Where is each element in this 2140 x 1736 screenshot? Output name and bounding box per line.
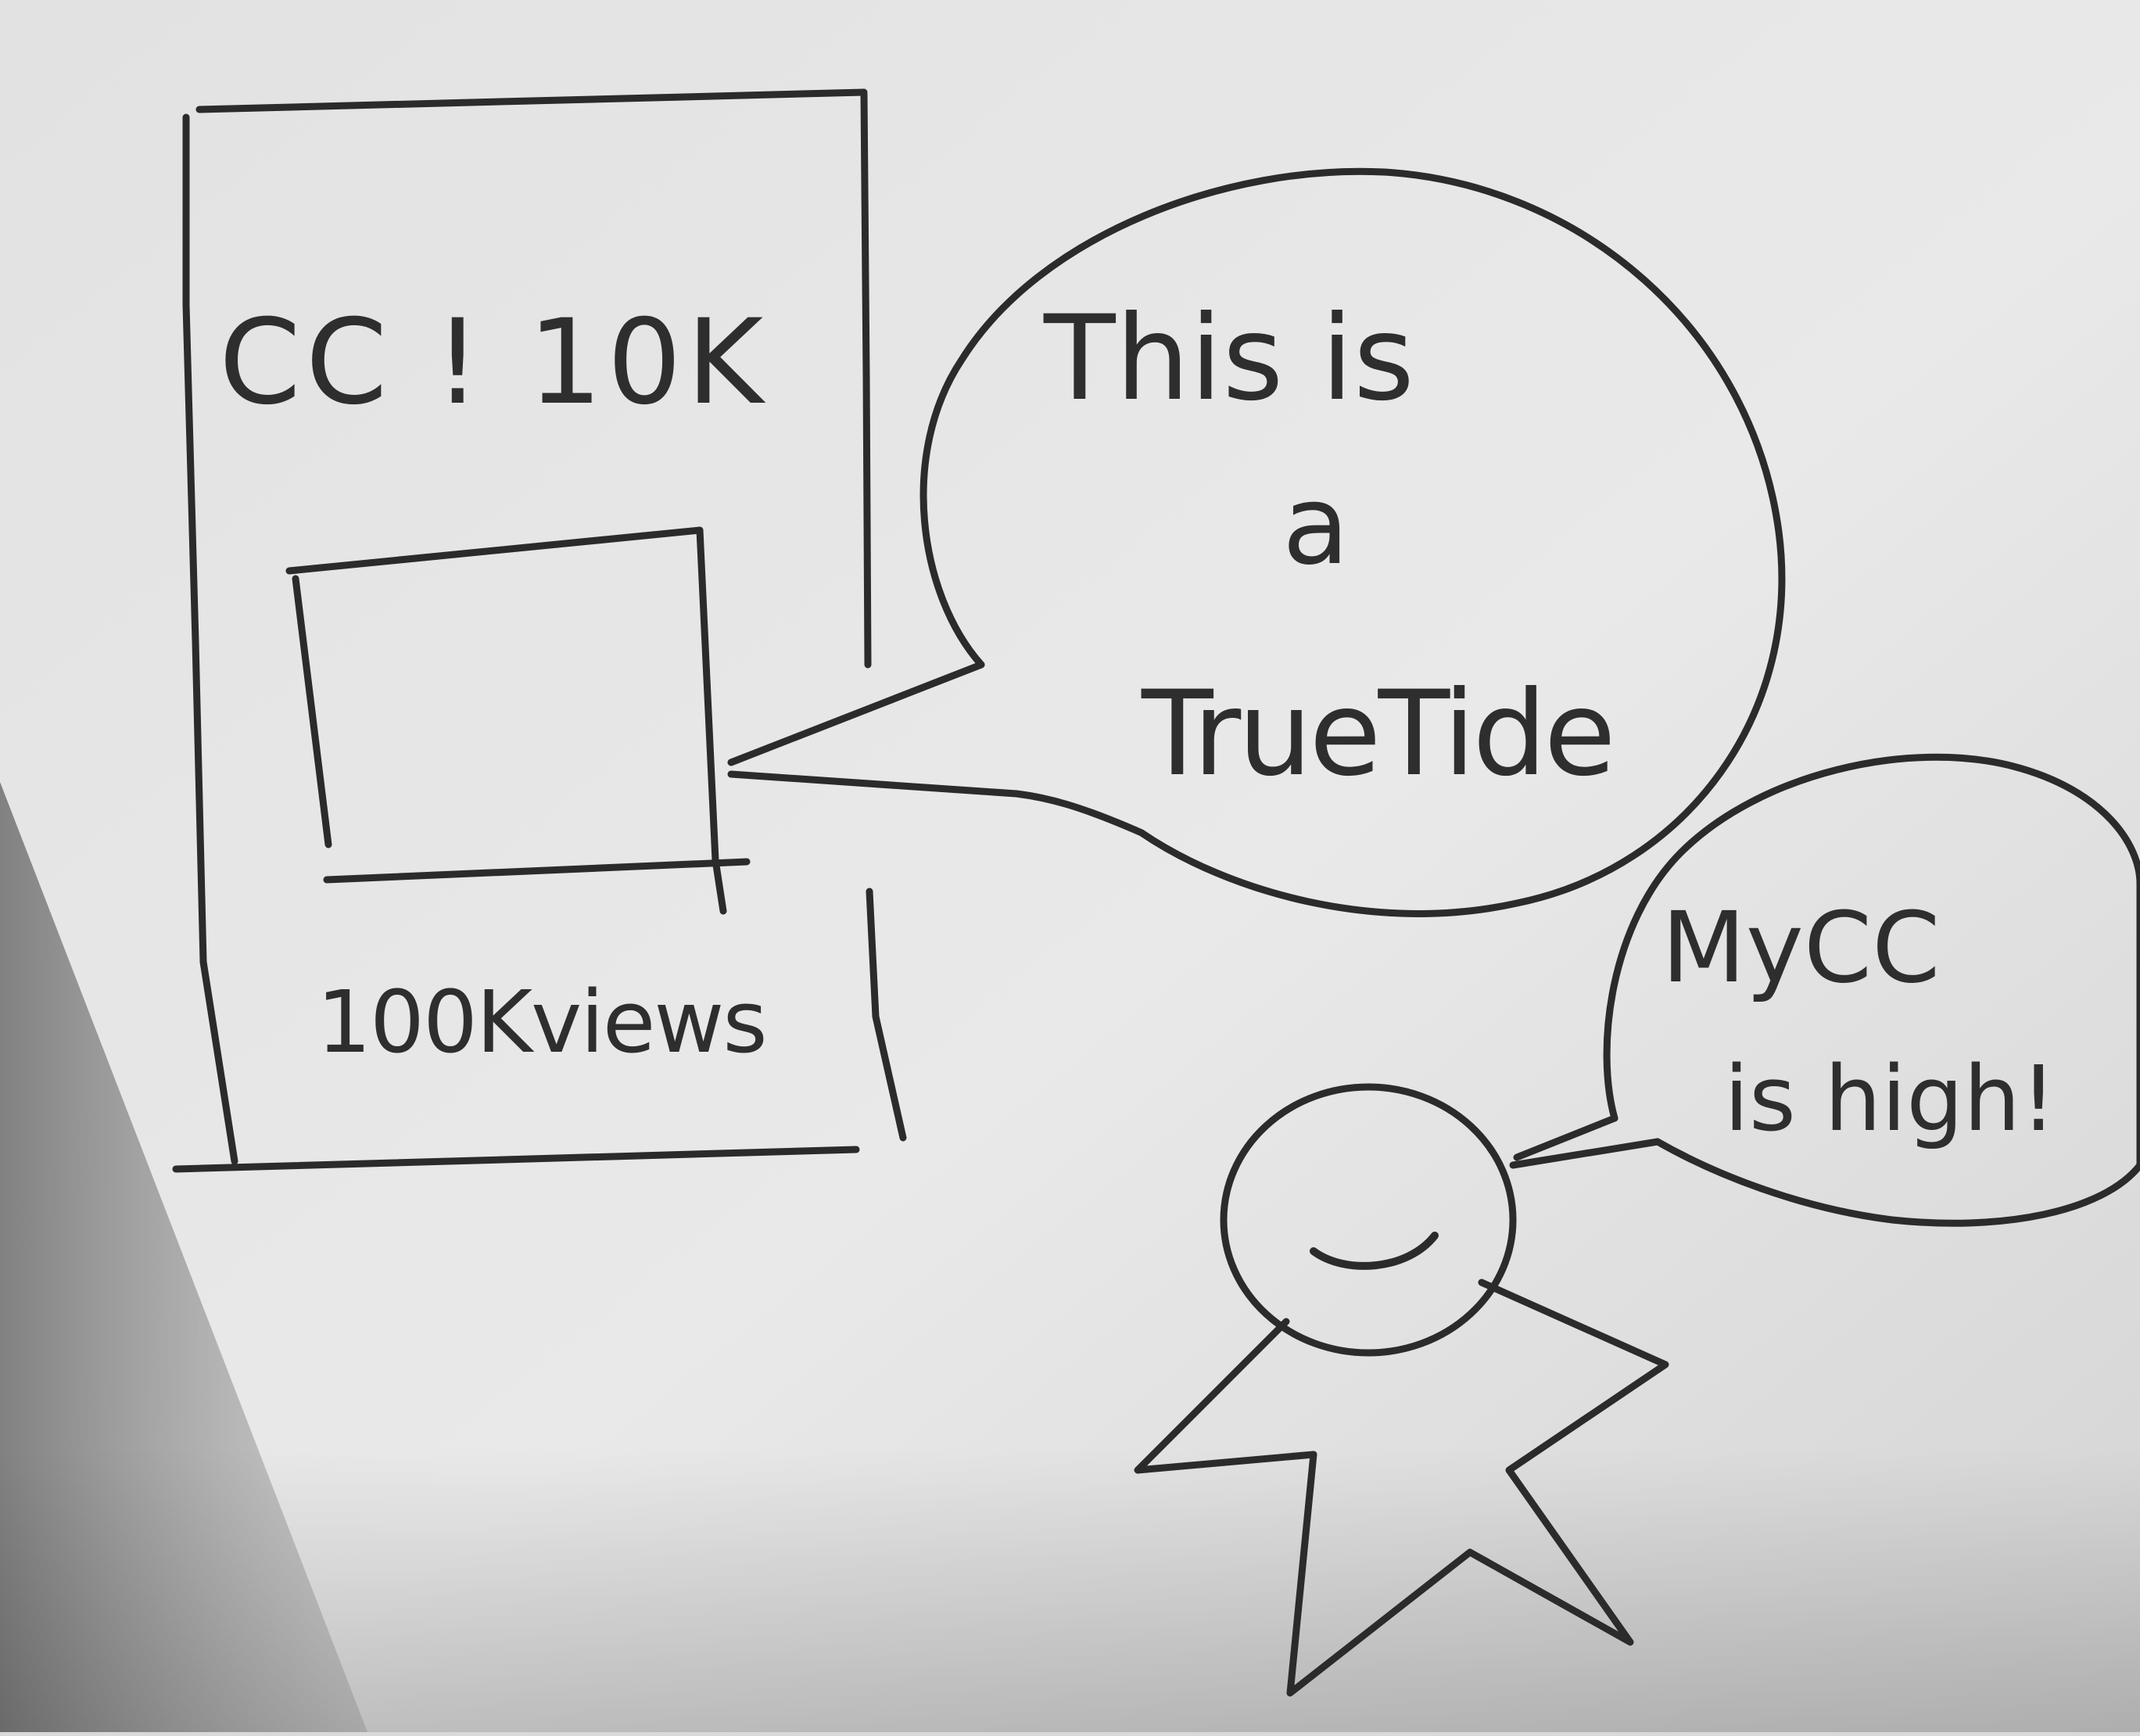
card-right-edge-upper xyxy=(860,90,872,669)
cc-count-label: CC ! 10K xyxy=(219,295,768,431)
small-bubble-line-2: is high! xyxy=(1724,1047,2056,1152)
views-count-label: 100Kviews xyxy=(317,972,766,1072)
hand-drawn-sketch: CC ! 10K 100Kviews This is a TrueTide My… xyxy=(0,0,2140,1732)
big-bubble-line-3: TrueTide xyxy=(1141,666,1613,802)
sketch-canvas: CC ! 10K 100Kviews This is a TrueTide My… xyxy=(0,0,2140,1732)
small-bubble-line-1: MyCC xyxy=(1661,891,1940,1005)
big-bubble-line-1: This is xyxy=(1043,291,1414,427)
bottom-shade xyxy=(0,1447,2140,1732)
big-bubble-line-2: a xyxy=(1282,462,1350,590)
